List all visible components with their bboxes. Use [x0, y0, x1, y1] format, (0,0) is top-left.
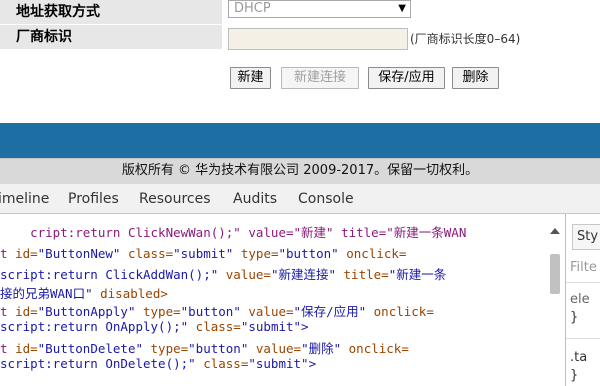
code-tag: t [0, 341, 16, 356]
code-attr: value= [240, 304, 294, 319]
code-attr: onclick= [338, 246, 407, 261]
tab-console[interactable]: Console [298, 184, 354, 214]
code-value: script:return ClickAddWan();" [0, 267, 219, 282]
code-line: script:return OnApply();" class="submit"… [0, 319, 309, 334]
code-attr: class= [188, 319, 241, 334]
style-rule-selector: .ta [570, 350, 588, 365]
code-value: "新建一条 [388, 267, 447, 282]
tab-resources[interactable]: Resources [139, 184, 211, 214]
code-attr: type= [143, 341, 189, 356]
tab-profiles[interactable]: Profiles [68, 184, 119, 214]
code-value: script:return OnDelete();" [0, 356, 196, 371]
code-attr: disabled> [92, 286, 168, 301]
code-value: "ButtonDelete" [37, 341, 143, 356]
code-line: 接的兄弟WAN口" disabled> [0, 283, 168, 302]
vendor-id-input[interactable] [228, 28, 408, 50]
code-tag: t [0, 246, 16, 261]
code-value: "ButtonApply" [37, 304, 136, 319]
tab-styles[interactable]: Sty [572, 224, 600, 250]
code-attr: value= [218, 267, 271, 282]
style-rule-selector: ele [570, 292, 590, 307]
scroll-up-icon[interactable] [550, 228, 560, 234]
divider [566, 282, 600, 283]
code-value: "ButtonNew" [37, 246, 121, 261]
new-button[interactable]: 新建 [230, 67, 271, 89]
delete-button[interactable]: 删除 [452, 67, 499, 89]
wan-config-form: 地址获取方式 DHCP ▼ 厂商标识 (厂商标识长度0–64) 新建 新建连接 … [0, 0, 600, 120]
code-line: t id="ButtonApply" type="button" value="… [0, 301, 434, 320]
tab-timeline[interactable]: imeline [0, 184, 49, 214]
code-value: "新建连接" [270, 267, 336, 282]
code-attr: value= [248, 341, 302, 356]
code-value: "button" [188, 341, 249, 356]
code-attr: type= [233, 246, 279, 261]
code-attr: class= [195, 356, 249, 371]
address-mode-value: DHCP [234, 1, 271, 16]
page-band [0, 123, 600, 158]
code-attr: onclick= [366, 304, 434, 319]
code-line: t id="ButtonNew" class="submit" type="bu… [0, 246, 406, 261]
code-attr: title= [336, 267, 389, 282]
code-attr: class= [120, 246, 174, 261]
elements-source-pane[interactable]: cript:return ClickNewWan();" value="新建" … [0, 214, 565, 386]
code-attr: id= [15, 246, 38, 261]
copyright-footer: 版权所有 © 华为技术有限公司 2009-2017。保留一切权利。 [0, 158, 600, 184]
style-rule-brace: } [570, 368, 579, 383]
scroll-thumb[interactable] [550, 254, 560, 294]
address-mode-select[interactable]: DHCP ▼ [228, 0, 411, 18]
code-text: cript:return ClickNewWan();" value="新建" … [30, 225, 467, 240]
new-connection-button[interactable]: 新建连接 [281, 67, 359, 89]
code-value: "submit"> [248, 356, 317, 371]
style-rule-brace: } [570, 310, 579, 325]
code-value: script:return OnApply();" [0, 319, 189, 334]
code-value: "submit" [173, 246, 234, 261]
code-line: script:return ClickAddWan();" value="新建连… [0, 264, 446, 283]
address-mode-label: 地址获取方式 [0, 0, 222, 25]
devtools-tab-bar: imeline Profiles Resources Audits Consol… [0, 184, 600, 214]
styles-filter-input[interactable]: Filte [570, 260, 597, 275]
code-value: "保存/应用" [293, 304, 367, 319]
styles-pane: Sty Filte ele } .ta } [566, 214, 600, 386]
code-scrollbar[interactable] [548, 224, 562, 386]
save-apply-button[interactable]: 保存/应用 [368, 67, 445, 89]
vendor-id-label: 厂商标识 [0, 25, 222, 50]
dropdown-arrow-icon[interactable]: ▼ [398, 1, 406, 17]
code-value: "submit"> [240, 319, 309, 334]
code-attr: onclick= [341, 341, 409, 356]
tab-audits[interactable]: Audits [233, 184, 277, 214]
code-line: script:return OnDelete();" class="submit… [0, 356, 316, 371]
code-value: 接的兄弟WAN口" [0, 286, 93, 301]
vendor-id-hint: (厂商标识长度0–64) [410, 32, 521, 46]
code-line: t id="ButtonDelete" type="button" value=… [0, 338, 409, 357]
code-value: "button" [278, 246, 339, 261]
code-attr: id= [15, 304, 38, 319]
code-value: "button" [180, 304, 241, 319]
code-value: "删除" [301, 341, 342, 356]
divider [566, 338, 600, 339]
code-attr: id= [15, 341, 38, 356]
code-attr: type= [135, 304, 181, 319]
code-tag: t [0, 304, 16, 319]
